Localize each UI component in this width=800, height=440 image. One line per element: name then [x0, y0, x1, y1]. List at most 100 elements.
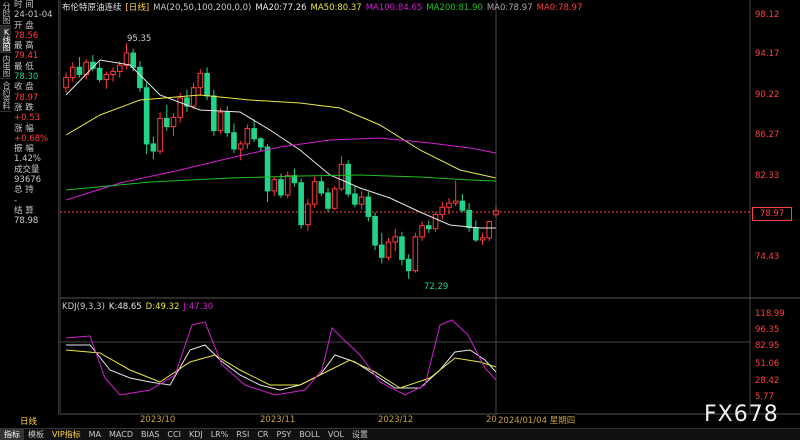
price-tick: 82.33: [755, 171, 780, 181]
candle-body: [271, 179, 278, 192]
peak-label: 95.35: [127, 34, 152, 44]
current-price-box: 78.97: [752, 207, 792, 221]
candle-body: [278, 179, 284, 196]
price-tick: 90.22: [755, 90, 780, 100]
ma50-line: [65, 94, 497, 179]
candle-body: [325, 192, 331, 209]
period-label[interactable]: [日线]: [126, 3, 150, 13]
candle-body: [217, 111, 224, 132]
candle-body: [69, 66, 76, 79]
candle-body: [399, 236, 405, 260]
candle-body: [331, 188, 338, 209]
candle-body: [412, 236, 419, 272]
candle-body: [345, 163, 351, 195]
kdj-d: D:49.32: [145, 302, 180, 312]
candle-body: [150, 143, 157, 152]
candle-body: [96, 67, 103, 81]
candle-body: [251, 128, 257, 140]
candle-body: [170, 116, 177, 128]
kdj-j-line: [65, 319, 497, 396]
candle-body: [385, 241, 392, 258]
tab-kdj[interactable]: KDJ: [185, 429, 207, 440]
ma100-value: MA100:84.65: [365, 3, 423, 13]
candle-body: [446, 202, 452, 208]
candle-body: [486, 221, 493, 239]
tab-boll[interactable]: BOLL: [295, 429, 324, 440]
candle-body: [110, 70, 116, 75]
ma20-line: [65, 59, 496, 229]
candle-body: [231, 132, 237, 150]
candle-body: [378, 244, 385, 258]
candle-body: [392, 236, 399, 243]
candle-body: [76, 66, 83, 75]
kdj-k-line: [66, 344, 497, 391]
candle-body: [284, 175, 291, 196]
candle-body: [197, 72, 204, 89]
candle-body: [298, 182, 304, 226]
price-tick: 98.12: [755, 10, 780, 20]
tab-vol[interactable]: VOL: [324, 429, 348, 440]
candle-body: [163, 117, 170, 128]
candle-body: [419, 225, 425, 238]
candle-body: [466, 209, 472, 229]
kdj-tick: 5.77: [755, 392, 774, 402]
candle-body: [311, 181, 318, 205]
x-label: 2023/10: [140, 415, 176, 425]
x-label: 20: [486, 415, 497, 425]
tab-lr[interactable]: LR%: [207, 429, 233, 440]
candle-body: [264, 146, 271, 192]
ma0-value-b: MA0:78.97: [536, 3, 583, 13]
price-tick: 86.27: [755, 130, 780, 140]
ma20-value: MA20:77.26: [255, 3, 307, 13]
tab-vip[interactable]: VIP指标: [48, 429, 85, 440]
tab-psy[interactable]: PSY: [273, 429, 296, 440]
candle-body: [452, 200, 459, 204]
candle-body: [432, 213, 439, 230]
tab-bias[interactable]: BIAS: [137, 429, 163, 440]
ma50-value: MA50:80.37: [310, 3, 362, 13]
chart-header: 布伦特原油连续 [日线] MA(20,50,100,200,0,0) MA20:77.…: [62, 1, 586, 13]
candle-body: [190, 87, 197, 107]
trough-label: 72.29: [424, 282, 449, 292]
candle-body: [365, 196, 372, 217]
candle-body: [372, 215, 378, 246]
candle-body: [157, 117, 163, 152]
kdj-j: J:47.30: [183, 302, 214, 312]
kdj-tick: 118.99: [755, 309, 785, 319]
tab-ma[interactable]: MA: [85, 429, 105, 440]
tab-cci[interactable]: CCI: [163, 429, 185, 440]
ma0-value-a: MA0:78.97: [486, 3, 533, 13]
kdj-current: 82.95: [755, 341, 780, 351]
candle-body: [116, 64, 123, 72]
kdj-tick: 96.35: [755, 325, 780, 335]
sub-tab-daily[interactable]: 日线: [20, 415, 37, 427]
candle-body: [479, 237, 486, 241]
tab-macd[interactable]: MACD: [105, 429, 137, 440]
candle-body: [130, 52, 136, 68]
candle-body: [103, 73, 110, 81]
kdj-tick: 51.06: [755, 359, 780, 369]
ma200-value: MA200:81.90: [426, 3, 483, 13]
candle-body: [352, 193, 358, 205]
instrument-title: 布伦特原油连续: [62, 3, 122, 13]
tab-settings[interactable]: 设置: [348, 429, 372, 440]
tab-indicators[interactable]: 指标: [0, 429, 24, 440]
kdj-d-line: [65, 349, 497, 389]
candle-body: [211, 95, 217, 132]
price-tick: 94.17: [755, 49, 780, 59]
tab-rsi[interactable]: RSI: [232, 429, 253, 440]
indicator-tab-bar: 指标 模板 VIP指标 MA MACD BIAS CCI KDJ LR% RSI CR PSY BOLL…: [0, 428, 800, 440]
candle-body: [318, 181, 325, 194]
candle-body: [338, 163, 345, 190]
candle-body: [405, 258, 412, 272]
date-readout: 2024/01/04 星期四: [498, 414, 576, 426]
tab-cr[interactable]: CR: [253, 429, 272, 440]
ma-params: MA(20,50,100,200,0,0): [153, 3, 252, 13]
tab-template[interactable]: 模板: [24, 429, 48, 440]
candle-body: [177, 97, 184, 118]
candle-body: [305, 203, 311, 226]
kline-chart[interactable]: [0, 0, 800, 428]
candle-body: [459, 200, 466, 211]
candle-body: [63, 77, 69, 89]
kdj-header: KDJ(9,3,3) K:48.65 D:49.32 J:47.30: [62, 302, 217, 312]
